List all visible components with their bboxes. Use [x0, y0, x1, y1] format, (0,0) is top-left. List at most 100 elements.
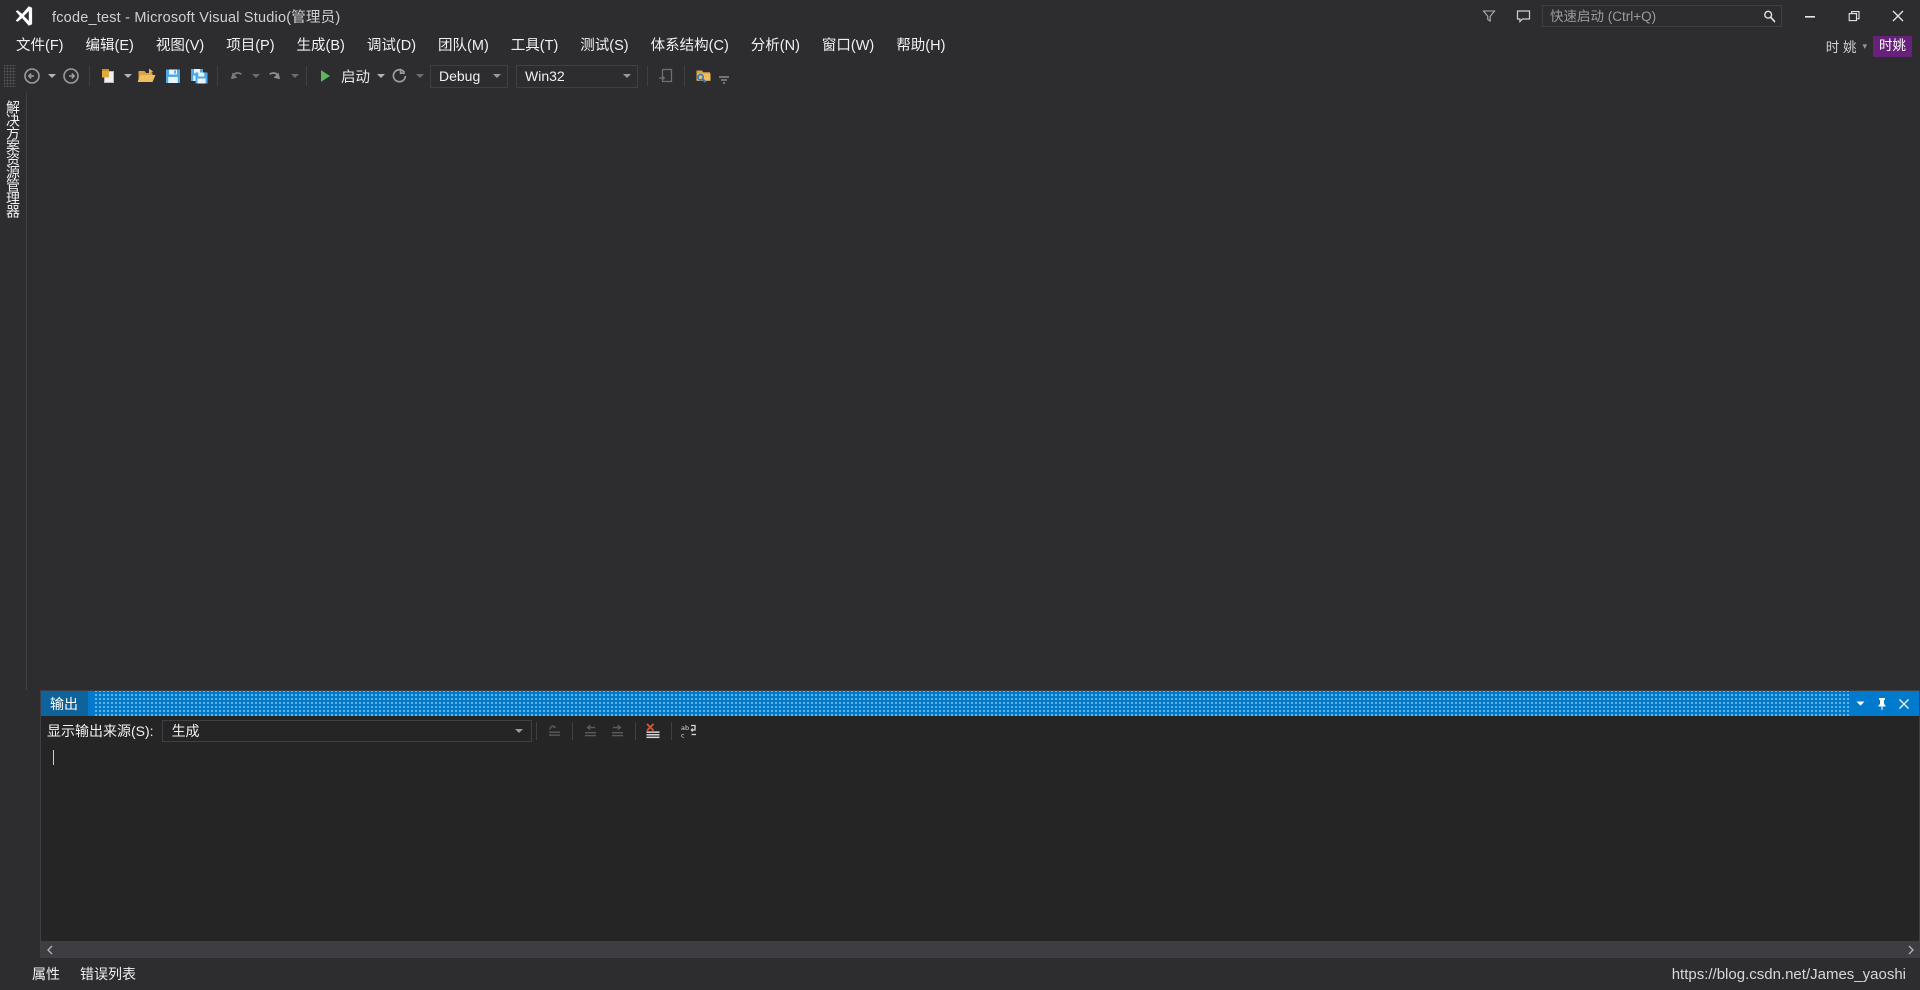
menu-item-help[interactable]: 帮助(H) — [885, 33, 956, 59]
visual-studio-logo-icon — [10, 3, 36, 29]
redo-arrow-icon[interactable] — [262, 63, 288, 89]
toolbar-grip[interactable] — [4, 65, 16, 87]
arrow-right-lines-icon[interactable] — [604, 719, 631, 743]
chevron-down-icon[interactable]: ▾ — [1860, 41, 1873, 52]
text-caret — [53, 750, 54, 765]
toolbar-separator — [684, 66, 685, 86]
speech-bubble-icon[interactable] — [1506, 0, 1540, 32]
empty-document-surface — [28, 92, 1920, 690]
undo-arrow-icon[interactable] — [223, 63, 249, 89]
menu-bar: 文件(F) 编辑(E) 视图(V) 项目(P) 生成(B) 调试(D) 团队(M… — [0, 32, 1920, 60]
tab-properties[interactable]: 属性 — [24, 964, 68, 984]
chevron-down-icon[interactable] — [487, 74, 507, 78]
chevron-left-icon[interactable] — [41, 941, 58, 958]
menu-item-view[interactable]: 视图(V) — [145, 33, 215, 59]
menu-item-tools[interactable]: 工具(T) — [500, 33, 570, 59]
title-bar-right-controls — [1472, 0, 1920, 32]
configuration-value: Debug — [439, 68, 481, 84]
menu-item-test[interactable]: 测试(S) — [569, 33, 639, 59]
output-toolbar-separator — [571, 721, 573, 740]
start-debug-label[interactable]: 启动 — [338, 66, 374, 87]
save-all-icon[interactable] — [186, 63, 212, 89]
output-panel-header: 输出 — [41, 691, 1919, 716]
account-area: 时 姚 ▾ 时姚 — [1822, 35, 1920, 57]
toolbar-separator — [217, 66, 218, 86]
output-horizontal-scrollbar[interactable] — [41, 941, 1919, 958]
step-into-icon[interactable] — [653, 63, 679, 89]
blog-watermark: https://blog.csdn.net/James_yaoshi — [1671, 965, 1906, 983]
output-source-combo[interactable]: 生成 — [161, 719, 532, 742]
menu-item-analyze[interactable]: 分析(N) — [740, 33, 811, 59]
svg-text:c: c — [681, 731, 685, 739]
standard-toolbar: 启动 Debug Win32 — [0, 60, 1920, 92]
output-tab-label: 输出 — [50, 695, 78, 712]
toolbar-overflow-icon[interactable] — [716, 63, 732, 89]
output-toolbar-separator — [670, 721, 672, 740]
platform-combo[interactable]: Win32 — [516, 64, 638, 88]
sidebar-item-solution-explorer[interactable]: 解决方案资源管理器 — [2, 100, 24, 330]
minimize-button[interactable] — [1788, 0, 1832, 32]
chevron-right-icon[interactable] — [1902, 941, 1919, 958]
platform-value: Win32 — [525, 68, 565, 84]
bottom-tab-bar: 属性 错误列表 https://blog.csdn.net/James_yaos… — [0, 958, 1920, 990]
menu-item-debug[interactable]: 调试(D) — [356, 33, 427, 59]
configuration-combo[interactable]: Debug — [430, 64, 508, 88]
toolbar-separator — [647, 66, 648, 86]
menu-item-window[interactable]: 窗口(W) — [811, 33, 885, 59]
visual-studio-window: fcode_test - Microsoft Visual Studio(管理员… — [0, 0, 1920, 990]
close-icon[interactable] — [1893, 691, 1915, 716]
account-badge[interactable]: 时姚 — [1873, 35, 1912, 57]
editor-area: 解决方案资源管理器 — [0, 92, 1920, 690]
title-bar: fcode_test - Microsoft Visual Studio(管理员… — [0, 0, 1920, 32]
menu-item-project[interactable]: 项目(P) — [215, 33, 285, 59]
start-debug-dropdown[interactable] — [374, 63, 387, 89]
restore-button[interactable] — [1832, 0, 1876, 32]
chevron-down-icon[interactable] — [514, 728, 531, 733]
open-folder-icon[interactable] — [134, 63, 160, 89]
navigate-backward-dropdown[interactable] — [45, 63, 58, 89]
folder-search-icon[interactable] — [690, 63, 716, 89]
arrow-right-circle-icon[interactable] — [58, 63, 84, 89]
chevron-down-icon[interactable] — [1849, 691, 1871, 716]
undo-dropdown[interactable] — [249, 63, 262, 89]
output-toolbar-separator — [535, 721, 537, 740]
go-to-message-icon[interactable] — [541, 719, 568, 743]
window-title: fcode_test - Microsoft Visual Studio(管理员… — [52, 9, 341, 26]
restart-dropdown[interactable] — [413, 63, 426, 89]
solution-explorer-auto-hide-tab[interactable]: 解决方案资源管理器 — [0, 92, 27, 690]
search-icon[interactable] — [1762, 9, 1777, 24]
output-text-area[interactable] — [41, 745, 1919, 941]
output-source-label: 显示输出来源(S): — [47, 722, 154, 739]
output-toolbar: 显示输出来源(S): 生成 ab c — [41, 716, 1919, 745]
account-name[interactable]: 时 姚 — [1822, 36, 1861, 56]
menu-item-file[interactable]: 文件(F) — [5, 33, 75, 59]
chevron-down-icon[interactable] — [617, 74, 637, 78]
new-project-dropdown[interactable] — [121, 63, 134, 89]
tab-error-list[interactable]: 错误列表 — [72, 964, 144, 984]
close-button[interactable] — [1876, 0, 1920, 32]
tab-output[interactable]: 输出 — [41, 691, 88, 716]
menu-item-edit[interactable]: 编辑(E) — [75, 33, 145, 59]
quick-launch-box[interactable] — [1542, 5, 1782, 27]
word-wrap-icon[interactable]: ab c — [676, 719, 703, 743]
menu-item-architecture[interactable]: 体系结构(C) — [640, 33, 740, 59]
play-triangle-icon[interactable] — [312, 63, 338, 89]
restart-circle-icon[interactable] — [387, 63, 413, 89]
redo-dropdown[interactable] — [288, 63, 301, 89]
clear-all-icon[interactable] — [640, 719, 667, 743]
toolbar-separator — [89, 66, 90, 86]
pin-icon[interactable] — [1871, 691, 1893, 716]
new-project-icon[interactable] — [95, 63, 121, 89]
menu-item-team[interactable]: 团队(M) — [427, 33, 500, 59]
toolbar-separator — [306, 66, 307, 86]
output-toolbar-separator — [634, 721, 636, 740]
save-icon[interactable] — [160, 63, 186, 89]
arrow-left-circle-icon[interactable] — [19, 63, 45, 89]
menu-item-build[interactable]: 生成(B) — [286, 33, 356, 59]
quick-launch-input[interactable] — [1550, 8, 1762, 24]
output-source-value: 生成 — [171, 722, 200, 739]
output-panel: 输出 显示输出来源(S): 生成 ab c — [40, 690, 1920, 958]
funnel-icon[interactable] — [1472, 0, 1506, 32]
output-header-drag-area[interactable] — [94, 691, 1849, 716]
arrow-left-lines-icon[interactable] — [577, 719, 604, 743]
